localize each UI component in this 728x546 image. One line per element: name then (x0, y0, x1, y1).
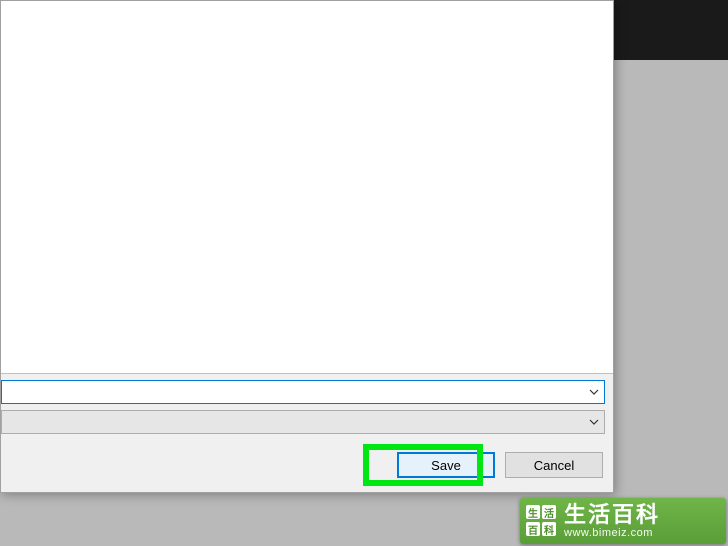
dialog-fields-area (1, 374, 613, 438)
watermark-logo: 生 活 百 科 (526, 505, 558, 537)
save-dialog: Save Cancel (0, 0, 614, 493)
watermark-url: www.bimeiz.com (564, 527, 660, 539)
filename-combobox[interactable] (1, 380, 605, 404)
cancel-button[interactable]: Cancel (505, 452, 603, 478)
dialog-button-row: Save Cancel (1, 438, 613, 492)
dialog-content-area (1, 1, 613, 374)
watermark-text: 生活百科 www.bimeiz.com (564, 503, 660, 539)
chevron-down-icon (588, 416, 600, 428)
filetype-combobox[interactable] (1, 410, 605, 434)
watermark-title: 生活百科 (564, 503, 660, 527)
save-button[interactable]: Save (397, 452, 495, 478)
watermark: 生 活 百 科 生活百科 www.bimeiz.com (520, 498, 726, 544)
chevron-down-icon (588, 386, 600, 398)
